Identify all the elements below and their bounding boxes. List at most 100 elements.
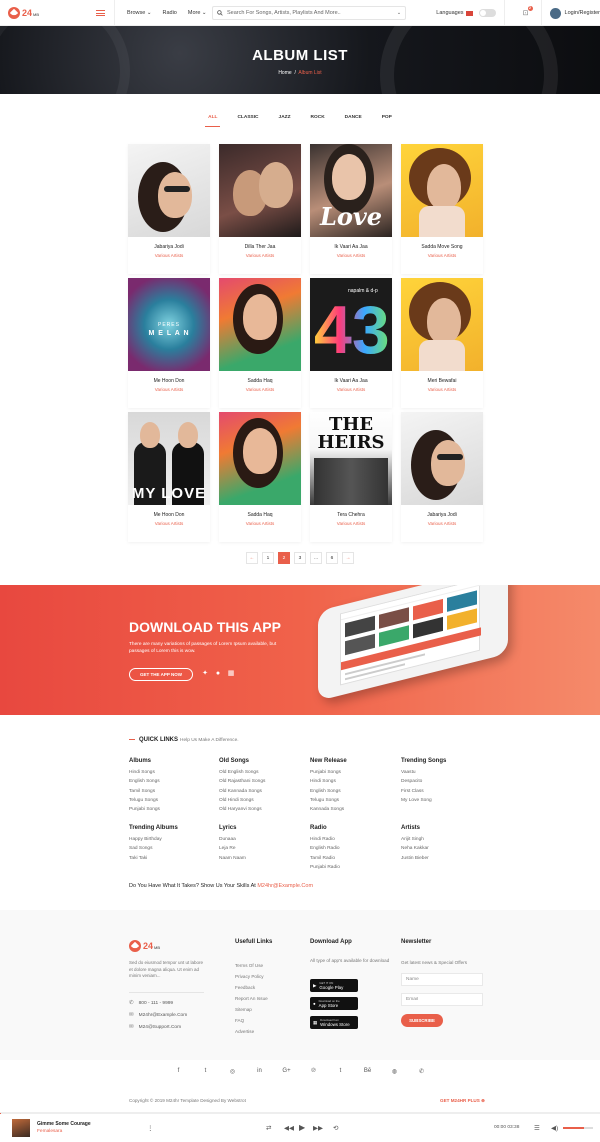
link[interactable]: Hindi Radio — [310, 835, 395, 844]
link[interactable]: Punjabi Songs — [129, 805, 214, 814]
link[interactable]: Arijit Singh — [401, 835, 486, 844]
google-plus-icon[interactable]: G+ — [282, 1068, 291, 1075]
link[interactable]: Old Kannada Songs — [219, 787, 304, 796]
column-title[interactable]: Radio — [310, 824, 395, 833]
tab-pop[interactable]: POP — [372, 115, 402, 120]
shuffle-icon[interactable]: ⇄ — [266, 1124, 271, 1132]
link[interactable]: Despacito — [401, 777, 486, 786]
support-text[interactable]: M24@Support.Com — [139, 1025, 181, 1030]
album-title[interactable]: Sadda Move Song — [401, 244, 483, 250]
volume-icon[interactable]: ◀) — [551, 1124, 558, 1132]
album-artist[interactable]: Various Artists — [310, 387, 392, 392]
album-cover[interactable]: napalm & d-p43 — [310, 278, 392, 371]
album-artist[interactable]: Various Artists — [401, 521, 483, 526]
album-card[interactable]: napalm & d-p43 Ik Vaari Aa Jaa Various A… — [310, 278, 392, 408]
album-artist[interactable]: Various Artists — [310, 253, 392, 258]
link[interactable]: Justin Bieber — [401, 854, 486, 863]
nav-radio[interactable]: Radio — [162, 10, 176, 16]
album-cover[interactable] — [219, 412, 301, 505]
link[interactable]: Punjabi Radio — [310, 863, 395, 872]
notification-bell-icon[interactable]: ⊡ 2 — [519, 6, 533, 17]
album-card[interactable]: Sadda Move Song Various Artists — [401, 144, 483, 274]
link[interactable]: Tamil Songs — [129, 787, 214, 796]
album-title[interactable]: Jabariya Jodi — [401, 512, 483, 518]
link[interactable]: Old Hindi Songs — [219, 796, 304, 805]
link[interactable]: English Songs — [129, 777, 214, 786]
footer-link[interactable]: Privacy Policy — [235, 971, 268, 982]
get-app-button[interactable]: GET THE APP NOW — [129, 668, 193, 681]
link[interactable]: Old English Songs — [219, 768, 304, 777]
album-cover[interactable]: MY LOVE — [128, 412, 210, 505]
track-progress[interactable] — [0, 1113, 600, 1114]
album-artist[interactable]: Various Artists — [128, 253, 210, 258]
tumblr-icon[interactable]: t — [336, 1068, 345, 1075]
behance-icon[interactable]: Bē — [363, 1068, 372, 1075]
page-button-current[interactable]: 2 — [278, 552, 290, 564]
flag-icon[interactable] — [465, 10, 473, 16]
album-artist[interactable]: Various Artists — [219, 521, 301, 526]
link[interactable]: Punjabi Songs — [310, 768, 395, 777]
nav-browse[interactable]: Browse ⌄ — [127, 10, 151, 16]
volume-slider[interactable] — [563, 1127, 593, 1129]
app-store-button[interactable]: ● Download on the App Store — [310, 997, 358, 1010]
album-artist[interactable]: Various Artists — [401, 253, 483, 258]
apple-icon[interactable]: ● — [214, 670, 222, 678]
breadcrumb-home[interactable]: Home — [278, 70, 291, 76]
site-logo[interactable]: 24 MB — [8, 6, 88, 19]
next-icon[interactable]: ▶▶ — [313, 1124, 323, 1132]
cta-email-link[interactable]: M24hr@Example.Com — [257, 883, 313, 889]
email-text[interactable]: M24hr@Example.Com — [139, 1013, 188, 1018]
album-cover[interactable] — [219, 278, 301, 371]
footer-link[interactable]: Feedback — [235, 982, 268, 993]
album-card[interactable]: Sadda Haq Various Artists — [219, 412, 301, 542]
column-title[interactable]: Albums — [129, 757, 214, 766]
footer-link[interactable]: Advertise — [235, 1026, 268, 1037]
google-play-button[interactable]: ▶ GET IT ON Google Play — [310, 979, 358, 992]
album-title[interactable]: Me Hoon Don — [128, 378, 210, 384]
link[interactable]: Hindi Songs — [129, 768, 214, 777]
link[interactable]: Dunaaa — [219, 835, 304, 844]
album-artist[interactable]: Various Artists — [219, 387, 301, 392]
column-title[interactable]: New Release — [310, 757, 395, 766]
repeat-icon[interactable]: ⟲ — [333, 1124, 338, 1132]
link[interactable]: Taki Taki — [129, 854, 214, 863]
album-title[interactable]: Ik Vaari Aa Jaa — [310, 244, 392, 250]
album-cover[interactable] — [401, 278, 483, 371]
link[interactable]: Neha Kakkar — [401, 844, 486, 853]
album-title[interactable]: Tera Chehra — [310, 512, 392, 518]
album-artist[interactable]: Various Artists — [401, 387, 483, 392]
album-card[interactable]: Sadda Haq Various Artists — [219, 278, 301, 408]
album-title[interactable]: Sadda Haq — [219, 378, 301, 384]
nav-more[interactable]: More ⌄ — [188, 10, 207, 16]
more-options-icon[interactable]: ⋮ — [147, 1124, 154, 1132]
next-page-button[interactable]: → — [342, 552, 354, 564]
link[interactable]: Naam Naam — [219, 854, 304, 863]
theme-toggle[interactable] — [478, 9, 496, 17]
column-title[interactable]: Artists — [401, 824, 486, 833]
column-title[interactable]: Old Songs — [219, 757, 304, 766]
album-cover[interactable] — [401, 412, 483, 505]
footer-link[interactable]: FAQ — [235, 1015, 268, 1026]
album-cover[interactable] — [219, 144, 301, 237]
album-title[interactable]: Meri Bewafai — [401, 378, 483, 384]
tab-dance[interactable]: DANCE — [335, 115, 372, 120]
page-button[interactable]: 1 — [262, 552, 274, 564]
link[interactable]: My Love Song — [401, 796, 486, 805]
track-artist[interactable]: Femalesara — [37, 1129, 62, 1134]
link[interactable]: Telugu Songs — [310, 796, 395, 805]
tab-all[interactable]: ALL — [198, 115, 227, 127]
linkedin-icon[interactable]: in — [255, 1068, 264, 1075]
link[interactable]: Leja Re — [219, 844, 304, 853]
newsletter-name-input[interactable] — [401, 973, 483, 986]
album-card[interactable]: Jabariya Jodi Various Artists — [401, 412, 483, 542]
track-title[interactable]: Gimme Some Courage — [37, 1121, 91, 1127]
dribbble-icon[interactable]: ◍ — [390, 1068, 399, 1075]
windows-store-button[interactable]: ▦ Download from Windows Store — [310, 1016, 358, 1029]
album-title[interactable]: Sadda Haq — [219, 512, 301, 518]
tab-classic[interactable]: CLASSIC — [227, 115, 268, 120]
link[interactable]: Happy Birthday — [129, 835, 214, 844]
column-title[interactable]: Lyrics — [219, 824, 304, 833]
instagram-icon[interactable]: ◎ — [228, 1068, 237, 1075]
link[interactable]: Sad Songs — [129, 844, 214, 853]
link[interactable]: First Class — [401, 787, 486, 796]
